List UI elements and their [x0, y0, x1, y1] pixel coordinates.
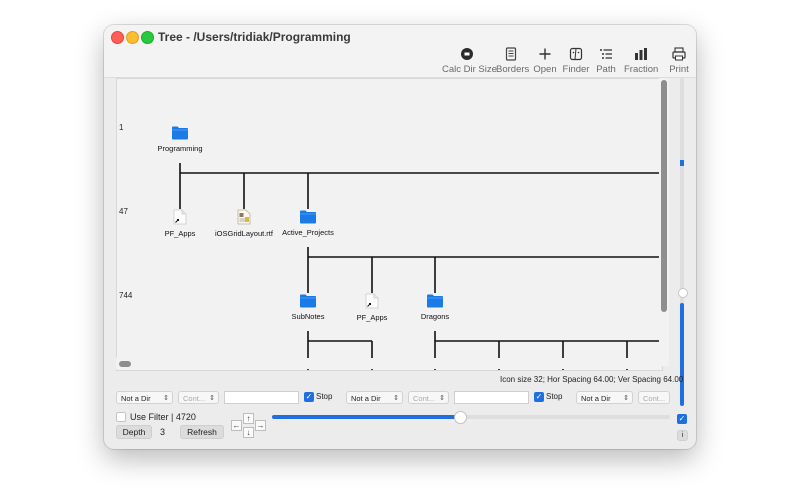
bar-chart-icon — [635, 48, 647, 60]
filter-1-stop-checkbox[interactable]: ✓ — [304, 392, 314, 402]
list-icon — [600, 49, 612, 59]
arrow-pad: ↑ ← → ↓ — [230, 413, 268, 439]
right-controls: ✓ i — [676, 78, 690, 448]
close-window-button[interactable] — [111, 31, 124, 44]
fraction-button[interactable]: Fraction — [624, 45, 658, 75]
folder-icon — [172, 126, 188, 140]
arrow-left-button[interactable]: ← — [231, 420, 242, 431]
chevron-updown-icon: ⇕ — [393, 395, 399, 402]
filter-2-stop-label: Stop — [546, 392, 563, 401]
plus-icon — [539, 48, 551, 60]
folder-icon — [300, 294, 316, 308]
zoom-window-button[interactable] — [141, 31, 154, 44]
horizontal-scroll-thumb[interactable] — [119, 361, 131, 367]
horizontal-scrollbar[interactable] — [116, 358, 661, 369]
tree-node-pf-apps[interactable]: PF_Apps — [145, 209, 215, 238]
arrow-right-button[interactable]: → — [255, 420, 266, 431]
spacing-slider-knob[interactable] — [454, 411, 468, 424]
tree-node-programming[interactable]: Programming — [145, 125, 215, 153]
minimize-window-button[interactable] — [126, 31, 139, 44]
title-bar: Tree - /Users/tridiak/Programming Calc D… — [104, 25, 696, 78]
finder-icon — [569, 47, 583, 61]
borders-button[interactable]: Borders — [496, 45, 529, 75]
document-icon — [505, 47, 517, 61]
path-button[interactable]: Path — [594, 45, 618, 75]
arrow-up-button[interactable]: ↑ — [243, 413, 254, 424]
depth-count-1: 1 — [119, 123, 124, 132]
print-button[interactable]: Print — [666, 45, 692, 75]
calc-dir-size-button[interactable]: Calc Dir Size — [442, 45, 497, 75]
folder-icon — [300, 210, 316, 224]
alias-file-icon — [365, 293, 379, 309]
rtf-document-icon — [237, 209, 251, 225]
depth-button[interactable]: Depth — [116, 425, 152, 439]
filter-1-type-popup[interactable]: Not a Dir ⇕ — [116, 391, 173, 404]
finder-button[interactable]: Finder — [562, 45, 590, 75]
file-count: | 4720 — [171, 412, 196, 422]
open-button[interactable]: Open — [532, 45, 558, 75]
filter-2-text-field[interactable] — [454, 391, 529, 404]
chevron-updown-icon: ⇕ — [209, 395, 215, 402]
info-button[interactable]: i — [677, 430, 688, 441]
vertical-scroll-thumb[interactable] — [661, 80, 667, 312]
filter-1-stop-label: Stop — [316, 392, 333, 401]
tree-node-subnotes[interactable]: SubNotes — [273, 293, 343, 321]
printer-icon — [672, 47, 686, 61]
slider-fill — [680, 160, 684, 166]
filter-1-text-field[interactable] — [224, 391, 299, 404]
chevron-updown-icon: ⇕ — [439, 395, 445, 402]
depth-count-3: 744 — [119, 291, 133, 300]
filter-1-condition-popup[interactable]: Cont... ⇕ — [178, 391, 219, 404]
tree-node-iosgridlayout[interactable]: iOSGridLayout.rtf — [209, 209, 279, 238]
right-checkbox[interactable]: ✓ — [677, 414, 687, 424]
filter-2-type-popup[interactable]: Not a Dir ⇕ — [346, 391, 403, 404]
filter-2-condition-popup[interactable]: Cont... ⇕ — [408, 391, 449, 404]
spacing-slider[interactable] — [272, 411, 670, 424]
window-title: Tree - /Users/tridiak/Programming — [158, 30, 351, 44]
filter-3-condition-popup[interactable]: Cont... — [638, 391, 670, 404]
status-text: Icon size 32; Hor Spacing 64.00; Ver Spa… — [500, 375, 684, 384]
tree-node-dragons[interactable]: Dragons — [400, 293, 470, 321]
chevron-updown-icon: ⇕ — [163, 395, 169, 402]
icon-size-slider[interactable] — [680, 303, 684, 406]
tree-canvas[interactable]: 1 47 744 Programming PF_Apps iOSGridLayo… — [116, 78, 663, 371]
app-window: Tree - /Users/tridiak/Programming Calc D… — [104, 25, 696, 449]
depth-count-2: 47 — [119, 207, 128, 216]
slider-knob[interactable] — [678, 288, 688, 298]
use-filter-label: Use Filter — [130, 412, 169, 422]
folder-icon — [427, 294, 443, 308]
refresh-button[interactable]: Refresh — [180, 425, 224, 439]
depth-value: 3 — [160, 427, 166, 437]
tree-node-active-projects[interactable]: Active_Projects — [273, 209, 343, 237]
arrow-down-button[interactable]: ↓ — [243, 427, 254, 438]
chevron-updown-icon: ⇕ — [623, 395, 629, 402]
filter-2-stop-checkbox[interactable]: ✓ — [534, 392, 544, 402]
stop-circle-icon — [461, 48, 473, 60]
use-filter-checkbox[interactable] — [116, 412, 126, 422]
filter-3-type-popup[interactable]: Not a Dir ⇕ — [576, 391, 633, 404]
tree-node-pf-apps-2[interactable]: PF_Apps — [337, 293, 407, 322]
spacing-slider-fill — [272, 415, 460, 419]
vertical-scrollbar[interactable] — [659, 78, 669, 366]
alias-file-icon — [173, 209, 187, 225]
